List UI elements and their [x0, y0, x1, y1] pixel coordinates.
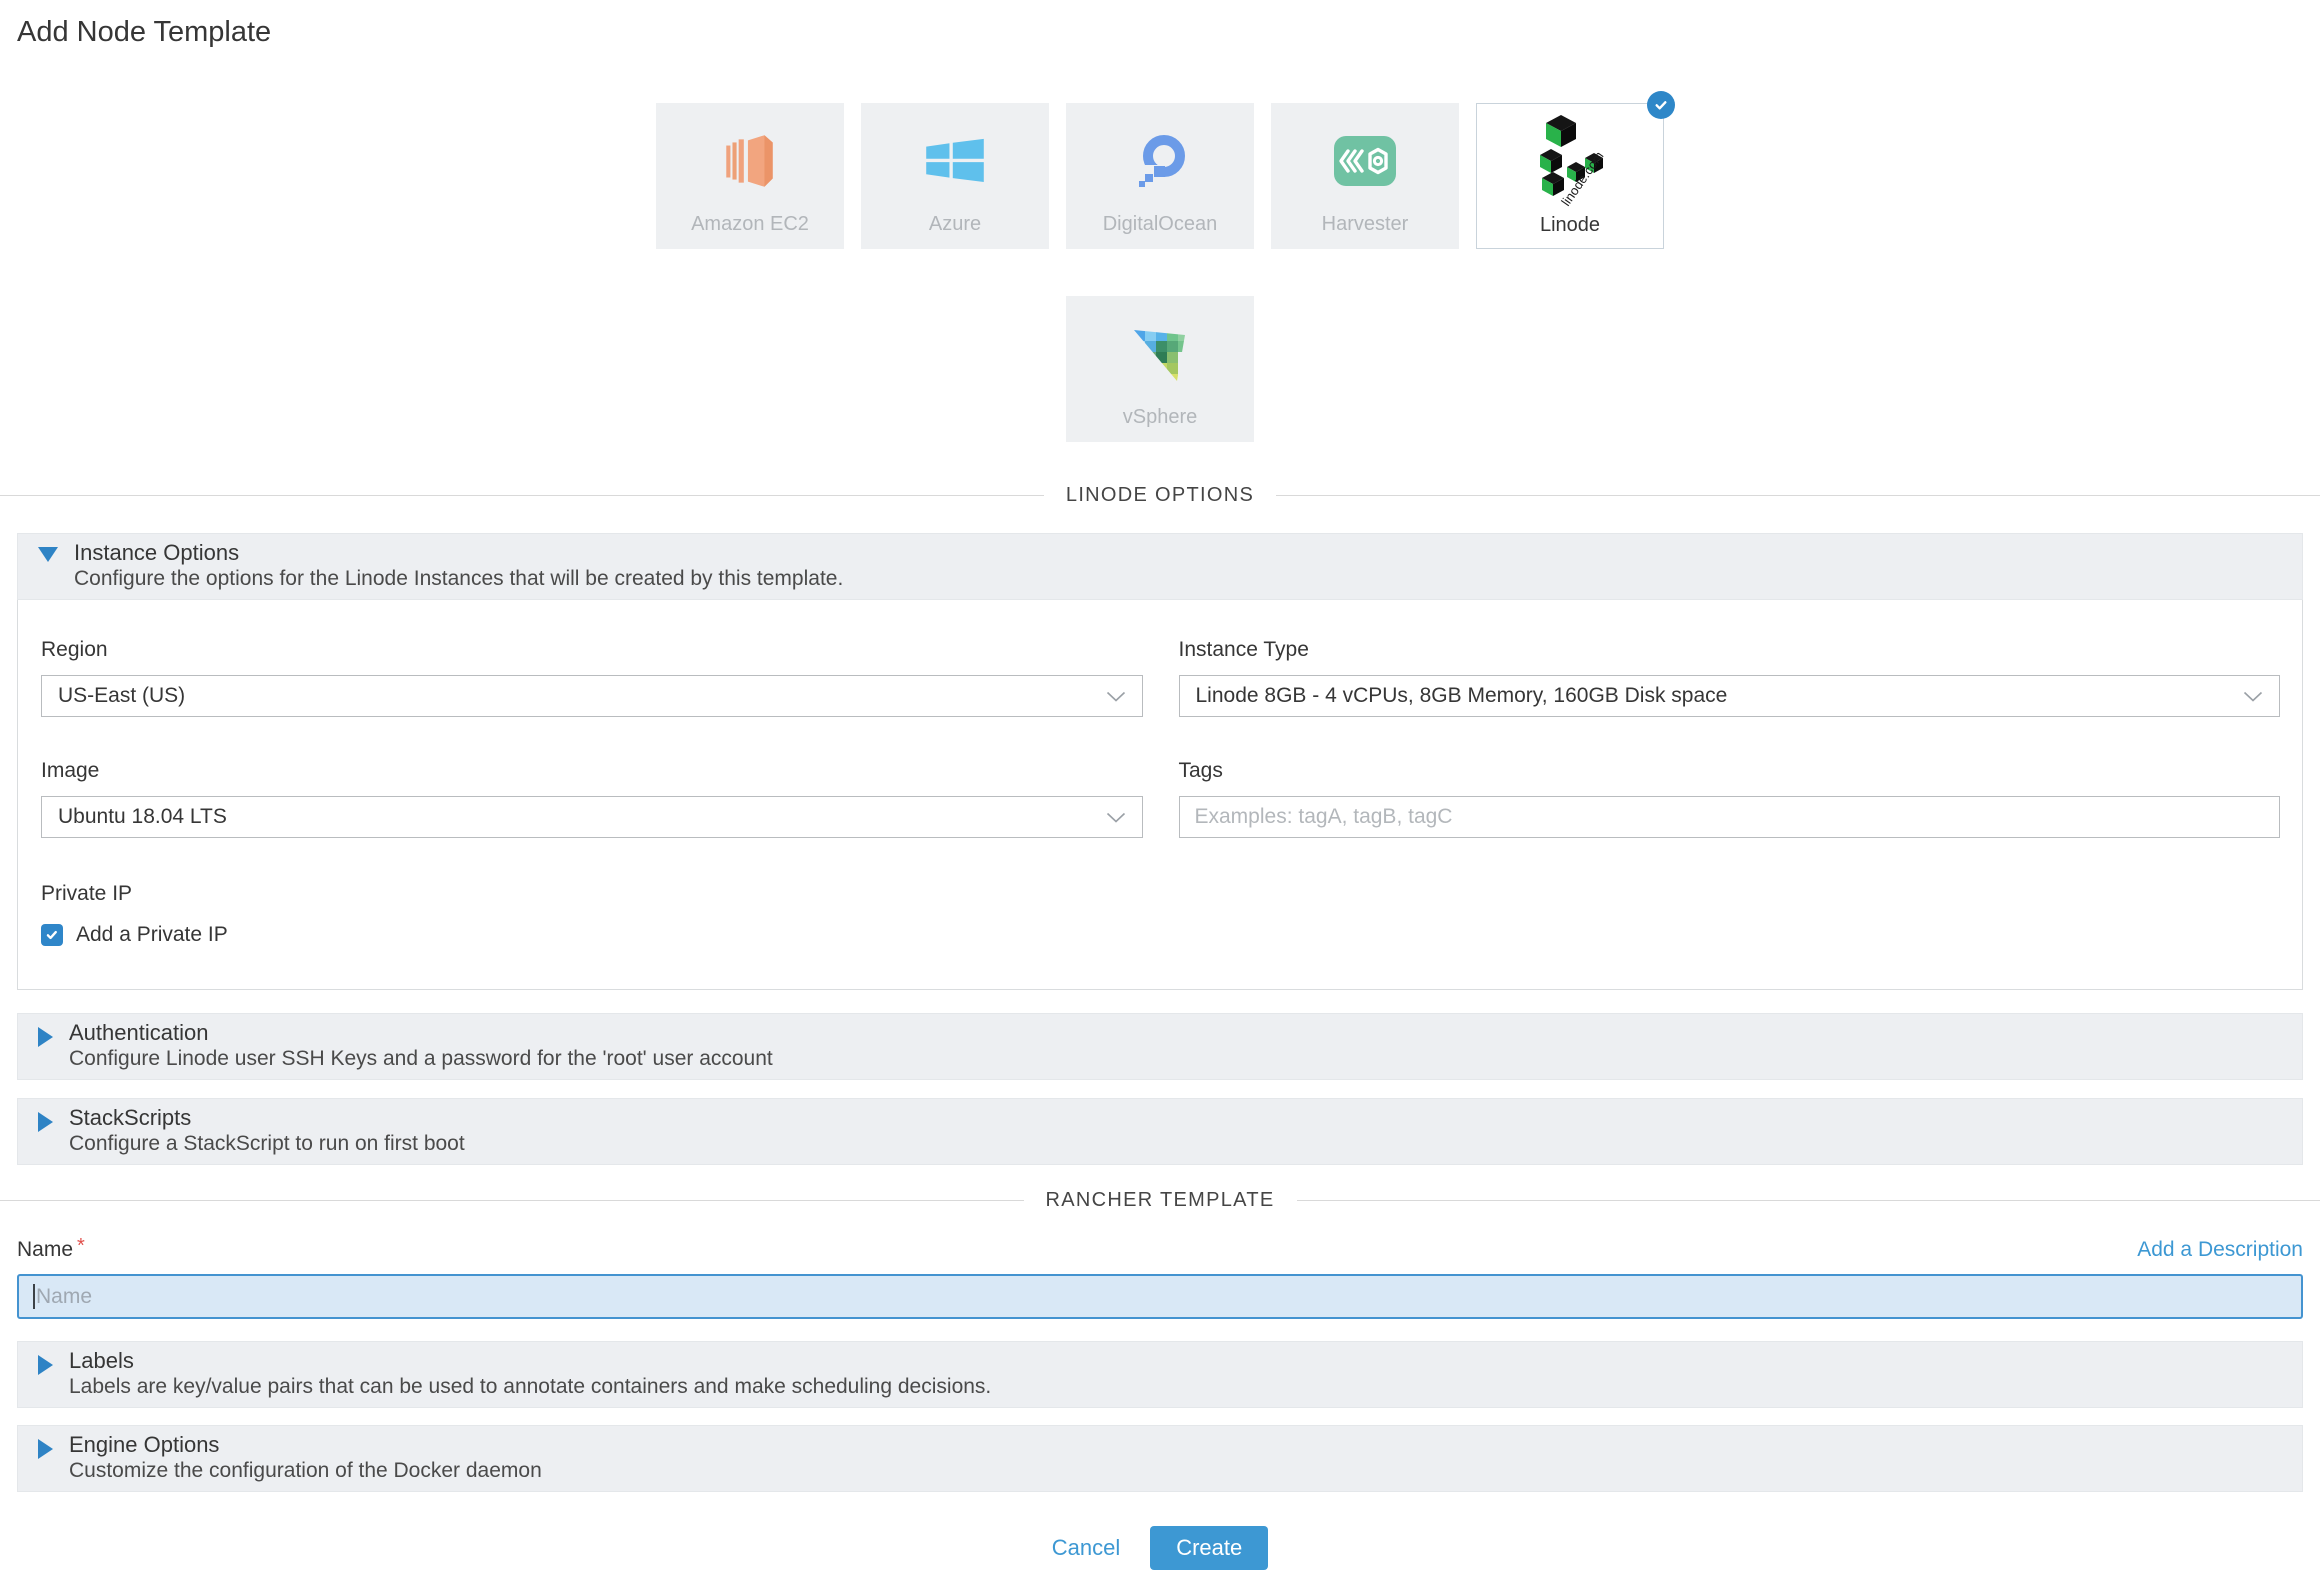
section-title: Authentication [69, 1019, 773, 1046]
instance-type-value: Linode 8GB - 4 vCPUs, 8GB Memory, 160GB … [1196, 684, 1728, 708]
tags-field: Tags [1179, 759, 2281, 838]
section-description: Customize the configuration of the Docke… [69, 1458, 542, 1483]
create-button[interactable]: Create [1150, 1526, 1268, 1570]
provider-label: Amazon EC2 [691, 213, 809, 236]
provider-card-amazon-ec2[interactable]: Amazon EC2 [656, 103, 844, 249]
chevron-down-icon [1106, 812, 1126, 823]
expand-arrow-icon [38, 1355, 53, 1375]
provider-card-harvester[interactable]: Harvester [1271, 103, 1459, 249]
instance-type-field: Instance Type Linode 8GB - 4 vCPUs, 8GB … [1179, 638, 2281, 717]
page-title: Add Node Template [17, 16, 2303, 49]
vsphere-icon [1132, 304, 1188, 404]
selected-check-icon [1647, 91, 1675, 119]
svg-text:linode.com: linode.com [1558, 149, 1606, 209]
add-description-link[interactable]: Add a Description [2137, 1238, 2303, 1262]
footer-actions: Cancel Create [17, 1526, 2303, 1570]
expand-arrow-icon [38, 1112, 53, 1132]
tags-input[interactable] [1179, 796, 2281, 838]
section-description: Configure Linode user SSH Keys and a pas… [69, 1046, 773, 1071]
provider-label: DigitalOcean [1103, 213, 1218, 236]
chevron-down-icon [2243, 691, 2263, 702]
provider-card-vsphere[interactable]: vSphere [1066, 296, 1254, 442]
name-input[interactable] [17, 1274, 2303, 1319]
provider-card-azure[interactable]: Azure [861, 103, 1049, 249]
divider-line [0, 495, 1044, 496]
region-select[interactable]: US-East (US) [41, 675, 1143, 717]
section-title: Instance Options [74, 539, 843, 566]
instance-type-select[interactable]: Linode 8GB - 4 vCPUs, 8GB Memory, 160GB … [1179, 675, 2281, 717]
provider-label: Linode [1540, 214, 1600, 237]
section-labels-header[interactable]: Labels Labels are key/value pairs that c… [17, 1341, 2303, 1408]
region-field: Region US-East (US) [41, 638, 1143, 717]
image-select[interactable]: Ubuntu 18.04 LTS [41, 796, 1143, 838]
name-label: Name [17, 1238, 73, 1261]
expand-arrow-icon [38, 1439, 53, 1459]
cancel-button[interactable]: Cancel [1052, 1535, 1120, 1561]
harvester-icon [1332, 111, 1398, 211]
section-engine-options-header[interactable]: Engine Options Customize the configurati… [17, 1425, 2303, 1492]
private-ip-checkbox-label: Add a Private IP [76, 923, 228, 947]
image-label: Image [41, 759, 1143, 783]
linode-options-divider: LINODE OPTIONS [0, 484, 2320, 507]
linode-icon: linode.com [1530, 112, 1610, 212]
provider-picker: Amazon EC2 Azure [17, 103, 2303, 442]
divider-line [0, 1200, 1024, 1201]
name-row: Name* Add a Description [17, 1238, 2303, 1262]
tags-label: Tags [1179, 759, 2281, 783]
section-authentication-header[interactable]: Authentication Configure Linode user SSH… [17, 1013, 2303, 1080]
provider-card-digitalocean[interactable]: DigitalOcean [1066, 103, 1254, 249]
instance-options-panel: Region US-East (US) Instance Type Linode… [17, 600, 2303, 990]
chevron-down-icon [1106, 691, 1126, 702]
provider-card-linode[interactable]: linode.com Linode [1476, 103, 1664, 249]
provider-label: Harvester [1322, 213, 1409, 236]
add-node-template-page: Add Node Template Amazon EC2 [0, 16, 2320, 1570]
digitalocean-icon [1128, 111, 1192, 211]
image-field: Image Ubuntu 18.04 LTS [41, 759, 1143, 838]
collapse-arrow-icon [38, 547, 58, 562]
expand-arrow-icon [38, 1027, 53, 1047]
private-ip-checkbox[interactable] [41, 924, 63, 946]
private-ip-label: Private IP [41, 882, 1143, 906]
text-caret [33, 1284, 35, 1309]
section-description: Configure the options for the Linode Ins… [74, 566, 843, 591]
azure-icon [919, 111, 991, 211]
private-ip-field: Private IP Add a Private IP [41, 882, 1143, 947]
section-description: Configure a StackScript to run on first … [69, 1131, 465, 1156]
rancher-template-divider: RANCHER TEMPLATE [0, 1189, 2320, 1212]
name-input-wrap [17, 1274, 2303, 1319]
required-asterisk: * [77, 1235, 85, 1257]
divider-label: LINODE OPTIONS [1044, 484, 1276, 507]
region-value: US-East (US) [58, 684, 185, 708]
section-title: StackScripts [69, 1104, 465, 1131]
divider-label: RANCHER TEMPLATE [1024, 1189, 1297, 1212]
provider-row-1: Amazon EC2 Azure [17, 103, 2303, 249]
amazon-ec2-icon [717, 111, 783, 211]
instance-type-label: Instance Type [1179, 638, 2281, 662]
provider-label: Azure [929, 213, 981, 236]
divider-line [1297, 1200, 2320, 1201]
provider-row-2: vSphere [17, 296, 2303, 442]
section-instance-options-header[interactable]: Instance Options Configure the options f… [17, 533, 2303, 600]
region-label: Region [41, 638, 1143, 662]
section-stackscripts-header[interactable]: StackScripts Configure a StackScript to … [17, 1098, 2303, 1165]
section-title: Engine Options [69, 1431, 542, 1458]
section-title: Labels [69, 1347, 991, 1374]
check-icon [45, 928, 59, 942]
section-description: Labels are key/value pairs that can be u… [69, 1374, 991, 1399]
divider-line [1276, 495, 2320, 496]
provider-label: vSphere [1123, 406, 1198, 429]
image-value: Ubuntu 18.04 LTS [58, 805, 227, 829]
